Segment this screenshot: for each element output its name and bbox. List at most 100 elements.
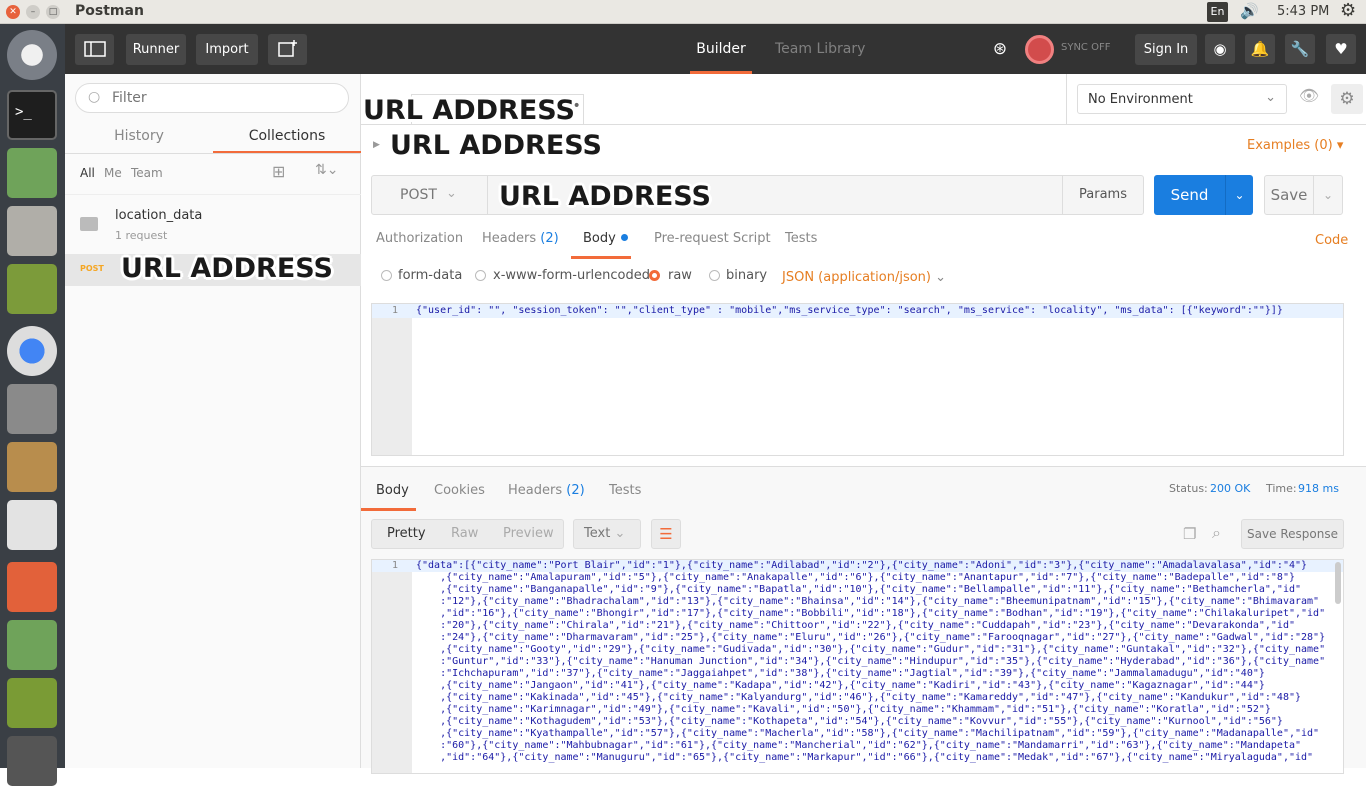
globe-icon[interactable]: ◉ [1205, 34, 1235, 64]
response-body-viewer[interactable]: 1 {"data":[{"city_name":"Port Blair","id… [371, 559, 1344, 774]
body-indicator-dot [620, 234, 628, 241]
music-app-icon[interactable] [7, 264, 57, 314]
format-pretty[interactable]: Pretty [387, 526, 426, 541]
settings-tools-icon[interactable] [7, 384, 57, 434]
body-mode-raw[interactable]: raw [668, 268, 692, 283]
content-type-dropdown[interactable]: JSON (application/json) ⌄ [782, 270, 946, 285]
examples-label: Examples (0) [1247, 138, 1333, 153]
system-gear-icon[interactable]: ⚙ [1340, 0, 1356, 21]
wrap-lines-icon[interactable]: ☰ [651, 519, 681, 549]
filter-team[interactable]: Team [131, 166, 163, 180]
response-line: ,{"city_name":"Kothagudem","id":"53"},{"… [416, 716, 1283, 727]
tab-builder[interactable]: Builder [690, 24, 752, 74]
save-options-chevron-icon[interactable]: ⌄ [1313, 175, 1343, 215]
android-device-icon[interactable] [7, 678, 57, 728]
url-address-overlay: URL ADDRESS [363, 95, 575, 126]
calculator-icon[interactable] [7, 500, 57, 550]
tab-headers[interactable]: Headers (2) [482, 231, 559, 246]
response-tab-body[interactable]: Body [376, 483, 409, 498]
response-line: ,{"city_name":"Amalapuram","id":"5"},{"c… [416, 572, 1295, 583]
heart-icon[interactable]: ♥ [1326, 34, 1356, 64]
response-line: :"12"},{"city_name":"Bhadrachalam","id":… [416, 596, 1320, 607]
tab-headers-label: Headers [482, 231, 537, 246]
android-studio-2-icon[interactable] [7, 620, 57, 670]
save-response-button[interactable]: Save Response [1241, 519, 1344, 549]
response-headers-count: (2) [566, 483, 585, 498]
scanner-icon[interactable] [7, 736, 57, 786]
terminal-icon[interactable]: >_ [7, 90, 57, 140]
window-maximize-button[interactable]: □ [46, 5, 60, 19]
response-line: :"20"},{"city_name":"Chirala","id":"21"}… [416, 620, 1295, 631]
toggle-sidebar-button[interactable] [75, 34, 114, 65]
chevron-down-icon: ⌄ [446, 186, 457, 201]
notifications-bell-icon[interactable]: 🔔 [1245, 34, 1275, 64]
params-button[interactable]: Params [1062, 175, 1144, 215]
search-icon[interactable]: ⌕ [1212, 523, 1221, 543]
gear-icon[interactable]: ⚙ [1331, 84, 1363, 114]
interceptor-icon[interactable]: ⊛ [985, 34, 1015, 64]
scrollbar[interactable] [1335, 562, 1341, 604]
body-mode-binary[interactable]: binary [726, 268, 767, 283]
code-link[interactable]: Code [1315, 233, 1348, 248]
environment-selected: No Environment [1088, 92, 1193, 107]
response-tab-cookies[interactable]: Cookies [434, 483, 485, 498]
response-type-select[interactable]: Text ⌄ [573, 519, 641, 549]
new-collection-icon[interactable]: ⊞ [272, 162, 285, 181]
headers-count: (2) [540, 231, 559, 246]
new-window-button[interactable] [268, 34, 307, 65]
active-tab-underline [571, 256, 631, 259]
radio-raw[interactable] [649, 270, 660, 281]
tab-authorization[interactable]: Authorization [376, 231, 463, 246]
package-installer-icon[interactable] [7, 442, 57, 492]
examples-dropdown[interactable]: Examples (0) ▾ [1247, 138, 1343, 153]
window-close-button[interactable]: ✕ [6, 5, 20, 19]
line-gutter [372, 560, 412, 773]
settings-wrench-icon[interactable]: 🔧 [1285, 34, 1315, 64]
import-button[interactable]: Import [196, 34, 258, 65]
android-studio-icon[interactable] [7, 148, 57, 198]
radio-form-data[interactable] [381, 270, 392, 281]
body-mode-urlencoded[interactable]: x-www-form-urlencoded [493, 268, 650, 283]
radio-binary[interactable] [709, 270, 720, 281]
collection-item[interactable]: location_data 1 request [65, 194, 361, 249]
sign-in-button[interactable]: Sign In [1135, 34, 1197, 65]
runner-button[interactable]: Runner [126, 34, 186, 65]
response-tab-tests[interactable]: Tests [609, 483, 641, 498]
chromium-icon[interactable] [7, 326, 57, 376]
tab-pre-request-script[interactable]: Pre-request Script [654, 231, 771, 246]
copy-icon[interactable]: ❐ [1183, 525, 1196, 543]
tab-tests[interactable]: Tests [785, 231, 817, 246]
tab-history[interactable]: History [65, 122, 213, 154]
format-preview[interactable]: Preview [503, 526, 554, 541]
tab-collections[interactable]: Collections [213, 122, 361, 154]
sidebar: ○ History Collections All Me Team ⊞ ⇅⌄ l… [65, 74, 361, 768]
save-button[interactable]: Save [1264, 175, 1314, 215]
volume-icon[interactable]: 🔊 [1240, 2, 1259, 20]
method-select[interactable]: POST ⌄ [371, 175, 488, 215]
window-minimize-button[interactable]: – [26, 5, 40, 19]
ubuntu-top-bar: ✕ – □ Postman En 🔊 5:43 PM ⚙ [0, 0, 1366, 24]
send-options-chevron-icon[interactable]: ⌄ [1225, 175, 1253, 215]
filter-me[interactable]: Me [104, 166, 122, 180]
clock[interactable]: 5:43 PM [1277, 4, 1329, 19]
eye-icon[interactable]: 👁 [1295, 86, 1323, 112]
ubuntu-dash-icon[interactable] [7, 30, 57, 80]
body-mode-form-data[interactable]: form-data [398, 268, 462, 283]
keyboard-language-indicator[interactable]: En [1207, 2, 1228, 22]
format-raw[interactable]: Raw [451, 526, 478, 541]
request-body-editor[interactable]: 1 {"user_id": "", "session_token": "","c… [371, 303, 1344, 456]
file-cabinet-icon[interactable] [7, 206, 57, 256]
filter-box: ○ [75, 83, 349, 113]
send-button[interactable]: Send [1154, 175, 1225, 215]
sync-status-icon[interactable] [1025, 35, 1054, 64]
filter-all[interactable]: All [80, 166, 95, 180]
collapse-arrow-icon[interactable]: ▶ [373, 140, 380, 150]
radio-urlencoded[interactable] [475, 270, 486, 281]
environment-select[interactable]: No Environment ⌄ [1077, 84, 1287, 114]
sort-icon[interactable]: ⇅⌄ [315, 162, 338, 178]
filter-input[interactable] [112, 84, 332, 112]
postman-icon[interactable] [7, 562, 57, 612]
response-tab-headers[interactable]: Headers (2) [508, 483, 585, 498]
tab-body[interactable]: Body [583, 231, 628, 246]
tab-team-library[interactable]: Team Library [775, 24, 865, 74]
